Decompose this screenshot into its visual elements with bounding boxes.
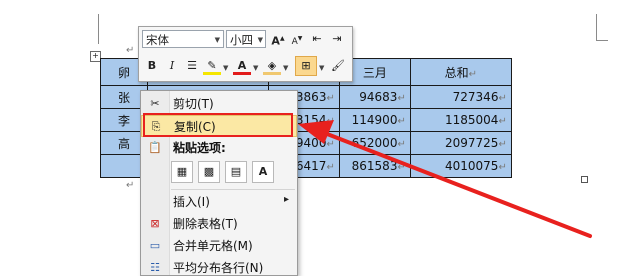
annotation-arrow [298, 120, 592, 238]
